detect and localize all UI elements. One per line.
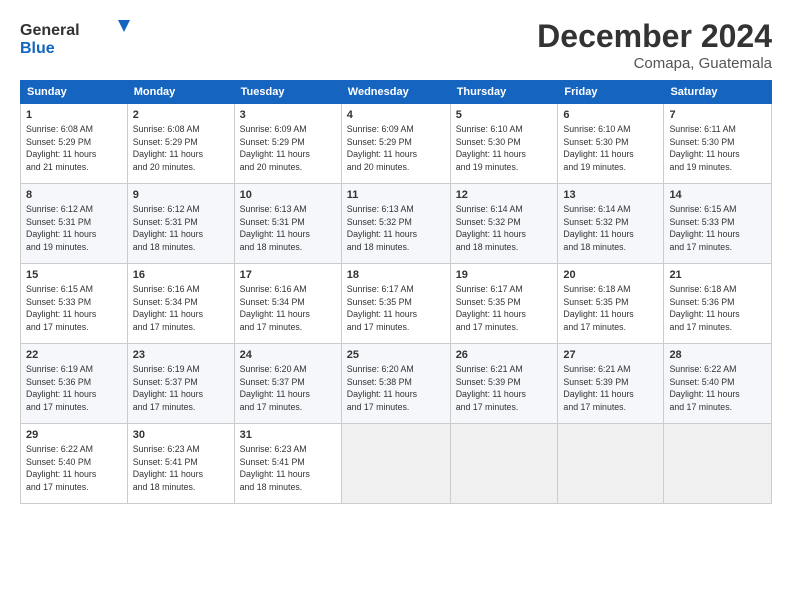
calendar-cell: 28Sunrise: 6:22 AMSunset: 5:40 PMDayligh…: [664, 344, 772, 424]
calendar-cell: 16Sunrise: 6:16 AMSunset: 5:34 PMDayligh…: [127, 264, 234, 344]
calendar-table: Sunday Monday Tuesday Wednesday Thursday…: [20, 80, 772, 504]
calendar-cell: 6Sunrise: 6:10 AMSunset: 5:30 PMDaylight…: [558, 104, 664, 184]
calendar-cell: 15Sunrise: 6:15 AMSunset: 5:33 PMDayligh…: [21, 264, 128, 344]
calendar-week-5: 29Sunrise: 6:22 AMSunset: 5:40 PMDayligh…: [21, 424, 772, 504]
svg-text:Blue: Blue: [20, 40, 55, 57]
month-title: December 2024: [537, 18, 772, 55]
calendar-header-row: Sunday Monday Tuesday Wednesday Thursday…: [21, 81, 772, 104]
calendar-cell: 12Sunrise: 6:14 AMSunset: 5:32 PMDayligh…: [450, 184, 558, 264]
calendar-cell: 23Sunrise: 6:19 AMSunset: 5:37 PMDayligh…: [127, 344, 234, 424]
calendar-cell: 26Sunrise: 6:21 AMSunset: 5:39 PMDayligh…: [450, 344, 558, 424]
calendar-week-1: 1Sunrise: 6:08 AMSunset: 5:29 PMDaylight…: [21, 104, 772, 184]
calendar-page: General Blue December 2024 Comapa, Guate…: [0, 0, 792, 612]
calendar-cell: 17Sunrise: 6:16 AMSunset: 5:34 PMDayligh…: [234, 264, 341, 344]
col-monday: Monday: [127, 81, 234, 104]
calendar-week-3: 15Sunrise: 6:15 AMSunset: 5:33 PMDayligh…: [21, 264, 772, 344]
calendar-cell: 29Sunrise: 6:22 AMSunset: 5:40 PMDayligh…: [21, 424, 128, 504]
calendar-cell: 2Sunrise: 6:08 AMSunset: 5:29 PMDaylight…: [127, 104, 234, 184]
calendar-week-2: 8Sunrise: 6:12 AMSunset: 5:31 PMDaylight…: [21, 184, 772, 264]
calendar-cell: 25Sunrise: 6:20 AMSunset: 5:38 PMDayligh…: [341, 344, 450, 424]
calendar-cell: 10Sunrise: 6:13 AMSunset: 5:31 PMDayligh…: [234, 184, 341, 264]
header: General Blue December 2024 Comapa, Guate…: [20, 18, 772, 72]
location: Comapa, Guatemala: [537, 55, 772, 72]
col-saturday: Saturday: [664, 81, 772, 104]
col-friday: Friday: [558, 81, 664, 104]
calendar-cell: 11Sunrise: 6:13 AMSunset: 5:32 PMDayligh…: [341, 184, 450, 264]
calendar-cell: [664, 424, 772, 504]
calendar-cell: 5Sunrise: 6:10 AMSunset: 5:30 PMDaylight…: [450, 104, 558, 184]
calendar-cell: 20Sunrise: 6:18 AMSunset: 5:35 PMDayligh…: [558, 264, 664, 344]
calendar-cell: 13Sunrise: 6:14 AMSunset: 5:32 PMDayligh…: [558, 184, 664, 264]
calendar-cell: [450, 424, 558, 504]
logo: General Blue: [20, 18, 130, 58]
calendar-cell: [341, 424, 450, 504]
calendar-cell: 24Sunrise: 6:20 AMSunset: 5:37 PMDayligh…: [234, 344, 341, 424]
calendar-cell: 27Sunrise: 6:21 AMSunset: 5:39 PMDayligh…: [558, 344, 664, 424]
calendar-cell: 8Sunrise: 6:12 AMSunset: 5:31 PMDaylight…: [21, 184, 128, 264]
calendar-cell: 19Sunrise: 6:17 AMSunset: 5:35 PMDayligh…: [450, 264, 558, 344]
calendar-cell: 30Sunrise: 6:23 AMSunset: 5:41 PMDayligh…: [127, 424, 234, 504]
calendar-cell: 31Sunrise: 6:23 AMSunset: 5:41 PMDayligh…: [234, 424, 341, 504]
col-wednesday: Wednesday: [341, 81, 450, 104]
logo-icon: General Blue: [20, 18, 130, 58]
calendar-cell: 18Sunrise: 6:17 AMSunset: 5:35 PMDayligh…: [341, 264, 450, 344]
calendar-cell: 22Sunrise: 6:19 AMSunset: 5:36 PMDayligh…: [21, 344, 128, 424]
calendar-cell: 21Sunrise: 6:18 AMSunset: 5:36 PMDayligh…: [664, 264, 772, 344]
svg-text:General: General: [20, 22, 80, 39]
calendar-cell: 14Sunrise: 6:15 AMSunset: 5:33 PMDayligh…: [664, 184, 772, 264]
calendar-week-4: 22Sunrise: 6:19 AMSunset: 5:36 PMDayligh…: [21, 344, 772, 424]
col-thursday: Thursday: [450, 81, 558, 104]
calendar-cell: 3Sunrise: 6:09 AMSunset: 5:29 PMDaylight…: [234, 104, 341, 184]
title-area: December 2024 Comapa, Guatemala: [537, 18, 772, 72]
calendar-cell: 7Sunrise: 6:11 AMSunset: 5:30 PMDaylight…: [664, 104, 772, 184]
calendar-cell: 4Sunrise: 6:09 AMSunset: 5:29 PMDaylight…: [341, 104, 450, 184]
calendar-cell: 1Sunrise: 6:08 AMSunset: 5:29 PMDaylight…: [21, 104, 128, 184]
calendar-cell: 9Sunrise: 6:12 AMSunset: 5:31 PMDaylight…: [127, 184, 234, 264]
col-sunday: Sunday: [21, 81, 128, 104]
calendar-cell: [558, 424, 664, 504]
col-tuesday: Tuesday: [234, 81, 341, 104]
